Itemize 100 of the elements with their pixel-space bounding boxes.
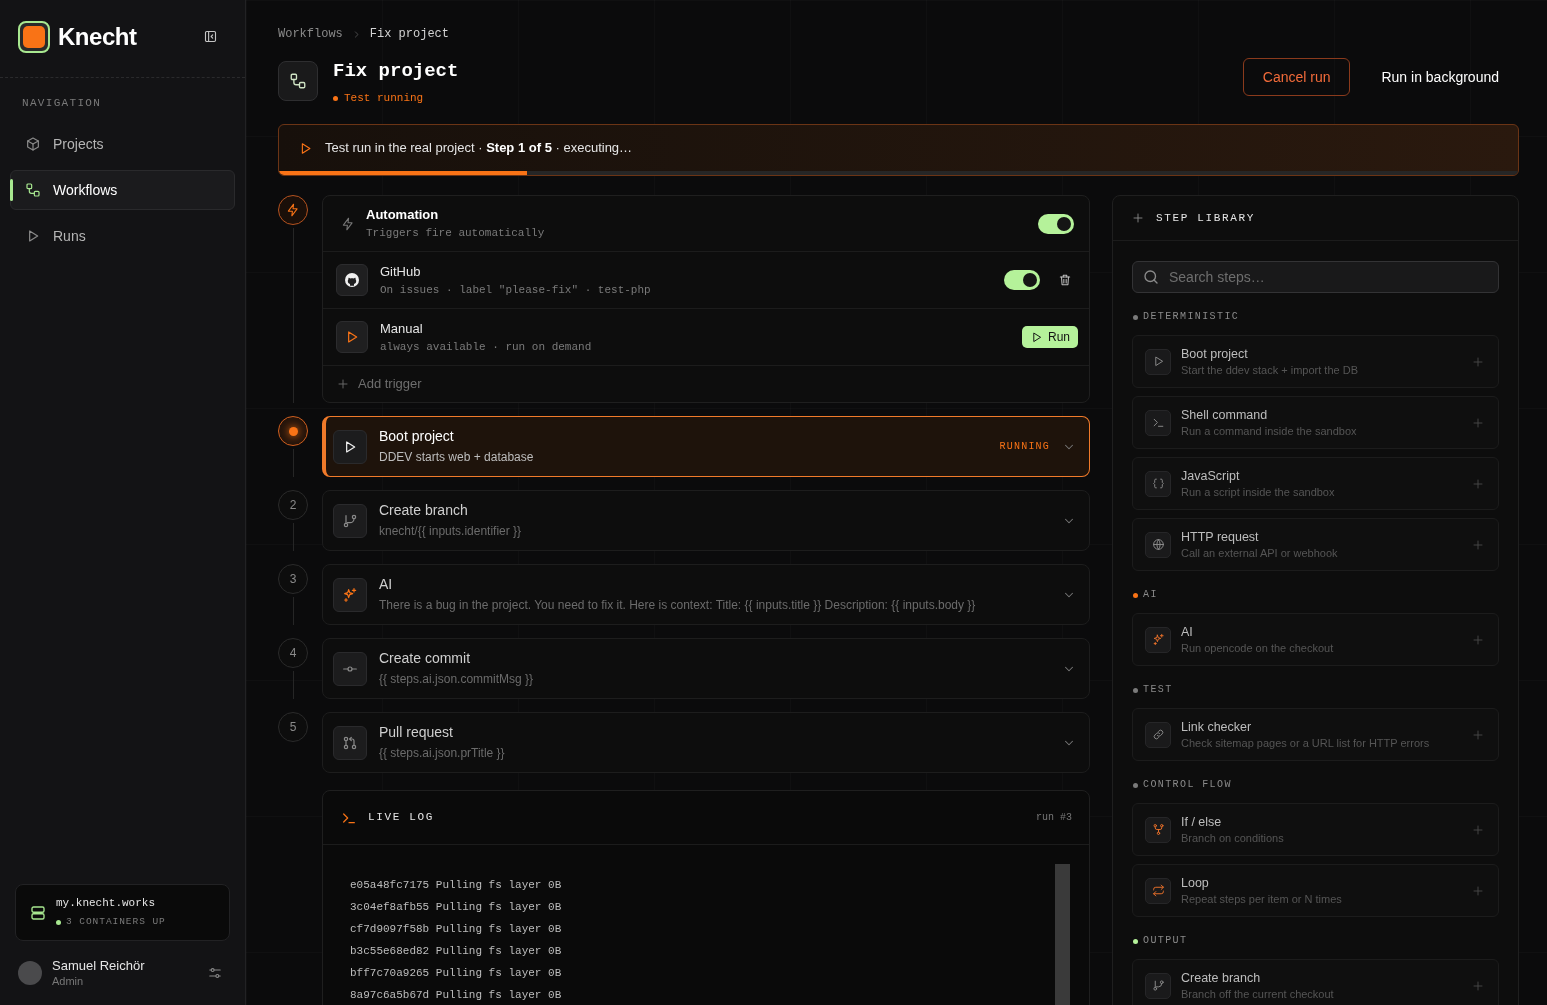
github-icon — [336, 264, 368, 296]
category-label: OUTPUT — [1143, 935, 1188, 947]
user-role: Admin — [52, 974, 85, 988]
step-title: AI — [379, 576, 394, 593]
log-line: cf7d9097f58b Pulling fs layer 0B — [350, 922, 562, 937]
pull-request-icon — [333, 725, 367, 760]
plus-icon — [337, 378, 349, 390]
breadcrumb-link[interactable]: Workflows — [278, 25, 343, 43]
log-line: 8a97c6a5b67d Pulling fs layer 0B — [350, 988, 562, 1003]
page-title: Fix project — [333, 59, 459, 83]
trash-icon[interactable] — [1058, 273, 1072, 287]
commit-icon — [333, 651, 367, 686]
library-item-title: Link checker — [1181, 719, 1253, 735]
trigger-title: Manual — [380, 320, 424, 337]
library-item[interactable]: AI Run opencode on the checkout — [1132, 613, 1499, 666]
run-number: run #3 — [1036, 811, 1072, 825]
library-item-description: Run opencode on the checkout — [1181, 641, 1334, 655]
library-item[interactable]: Boot project Start the ddev stack + import the DB — [1132, 335, 1499, 388]
play-icon — [1145, 348, 1171, 375]
library-item[interactable]: Link checker Check sitemap pages or a URL list for HTTP errors — [1132, 708, 1499, 761]
step-card[interactable]: AI There is a bug in the project. You need to fix it. Here is context: Title: {{ inputs.title }} Description: {{ inputs.body }} — [322, 564, 1090, 625]
loop-icon — [1145, 877, 1171, 904]
library-item[interactable]: If / else Branch on conditions — [1132, 803, 1499, 856]
step-subtitle: knecht/{{ inputs.identifier }} — [379, 524, 522, 539]
add-trigger-button[interactable]: Add trigger — [323, 366, 1089, 402]
library-item[interactable]: Create branch Branch off the current checkout — [1132, 959, 1499, 1005]
run-status: Test running — [344, 91, 424, 105]
plus-icon — [1132, 212, 1144, 224]
play-icon — [333, 429, 367, 464]
step-number: 3 — [278, 564, 308, 594]
library-item[interactable]: Loop Repeat steps per item or N times — [1132, 864, 1499, 917]
trigger-title: Automation — [366, 207, 440, 223]
step-card[interactable]: Boot project DDEV starts web + database RUNNING — [322, 416, 1090, 477]
step-number: 5 — [278, 712, 308, 742]
play-icon — [336, 321, 368, 353]
sliders-icon[interactable] — [208, 966, 222, 980]
library-item-description: Run a command inside the sandbox — [1181, 424, 1357, 438]
library-item-title: Loop — [1181, 875, 1210, 891]
trigger-subtitle: On issues · label "please-fix" · test-php — [380, 282, 651, 297]
step-title: Pull request — [379, 724, 454, 741]
nav-item[interactable]: Projects — [10, 124, 235, 164]
trigger-title: GitHub — [380, 263, 422, 280]
library-item-title: JavaScript — [1181, 468, 1241, 484]
library-item-title: Boot project — [1181, 346, 1249, 362]
linked-squares-icon — [25, 182, 41, 198]
sidebar-collapse-icon[interactable] — [203, 29, 218, 44]
sparkle-icon — [333, 577, 367, 612]
panel-title: STEP LIBRARY — [1156, 210, 1255, 226]
library-item[interactable]: JavaScript Run a script inside the sandbox — [1132, 457, 1499, 510]
library-item-description: Check sitemap pages or a URL list for HTTP errors — [1181, 736, 1430, 750]
fork-icon — [1145, 816, 1171, 843]
library-item[interactable]: Shell command Run a command inside the sandbox — [1132, 396, 1499, 449]
server-host: my.knecht.works — [56, 897, 157, 910]
trigger-subtitle: always available · run on demand — [380, 339, 592, 354]
library-item-title: HTTP request — [1181, 529, 1260, 545]
step-subtitle: DDEV starts web + database — [379, 450, 534, 465]
toggle-switch[interactable] — [1004, 270, 1040, 290]
library-item-title: AI — [1181, 624, 1194, 640]
library-item-description: Branch on conditions — [1181, 831, 1284, 845]
trigger-subtitle: Triggers fire automatically — [366, 226, 545, 240]
nav-item[interactable]: Workflows — [10, 170, 235, 210]
library-item-description: Call an external API or webhook — [1181, 546, 1338, 560]
step-subtitle: {{ steps.ai.json.prTitle }} — [379, 746, 505, 761]
step-card[interactable]: Pull request {{ steps.ai.json.prTitle }} — [322, 712, 1090, 773]
nav-item[interactable]: Runs — [10, 216, 235, 256]
library-item-description: Start the ddev stack + import the DB — [1181, 363, 1358, 377]
toggle-switch[interactable] — [1038, 213, 1074, 234]
play-icon — [1030, 330, 1043, 344]
run-button[interactable]: Run — [1022, 326, 1078, 348]
step-title: Create commit — [379, 650, 472, 667]
library-item-description: Branch off the current checkout — [1181, 987, 1334, 1001]
category-label: DETERMINISTIC — [1143, 311, 1240, 323]
search-field[interactable]: Search steps… — [1132, 261, 1499, 293]
library-item-title: Shell command — [1181, 407, 1269, 423]
library-item-description: Repeat steps per item or N times — [1181, 892, 1342, 906]
git-branch-icon — [1145, 972, 1171, 999]
library-item[interactable]: HTTP request Call an external API or webhook — [1132, 518, 1499, 571]
step-card[interactable]: Create commit {{ steps.ai.json.commitMsg }} — [322, 638, 1090, 699]
terminal-icon — [1145, 409, 1171, 436]
step-number: 4 — [278, 638, 308, 668]
category-label: AI — [1143, 589, 1158, 601]
nav-section-label: NAVIGATION — [21, 96, 103, 109]
server-icon — [29, 903, 47, 922]
linked-squares-icon — [278, 61, 318, 101]
step-card[interactable]: Create branch knecht/{{ inputs.identifier }} — [322, 490, 1090, 551]
avatar — [18, 961, 42, 985]
run-in-background-button[interactable]: Run in background — [1369, 58, 1511, 96]
lightning-icon — [341, 216, 355, 231]
cube-icon — [25, 136, 41, 152]
step-subtitle: There is a bug in the project. You need to fix it. Here is context: Title: {{ inputs.title }} Description: {{ inputs.body }} — [379, 598, 976, 613]
globe-icon — [1145, 531, 1171, 558]
cancel-run-button[interactable]: Cancel run — [1242, 58, 1351, 96]
user-name: Samuel Reichör — [52, 958, 145, 974]
braces-icon — [1145, 470, 1171, 497]
library-item-description: Run a script inside the sandbox — [1181, 485, 1335, 499]
search-icon — [1142, 268, 1160, 286]
server-status: 3 CONTAINERS UP — [66, 916, 166, 928]
log-line: bff7c70a9265 Pulling fs layer 0B — [350, 966, 562, 981]
step-status: RUNNING — [999, 440, 1050, 454]
log-title: LIVE LOG — [368, 810, 434, 826]
